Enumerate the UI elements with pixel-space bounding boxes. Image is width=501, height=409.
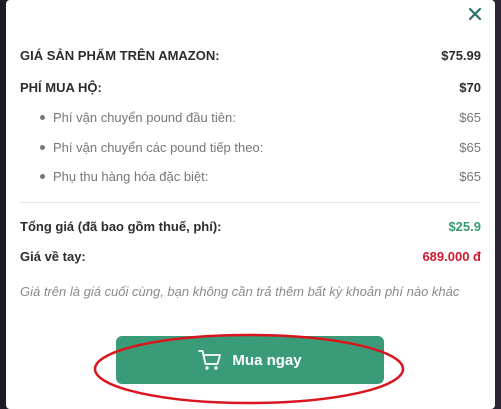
- buy-now-button[interactable]: Mua ngay: [116, 336, 384, 384]
- final-price-note: Giá trên là giá cuối cùng, bạn không cần…: [20, 284, 460, 299]
- service-fee-value: $70: [459, 80, 481, 95]
- service-fee-row: PHÍ MUA HỘ: $70: [20, 80, 481, 95]
- special-surcharge-row: Phụ thu hàng hóa đặc biệt: $65: [40, 169, 481, 184]
- amazon-price-value: $75.99: [441, 48, 481, 63]
- total-label: Tổng giá (đã bao gồm thuế, phí):: [20, 219, 222, 234]
- special-surcharge-label: Phụ thu hàng hóa đặc biệt:: [40, 169, 208, 184]
- next-pound-row: Phí vận chuyển các pound tiếp theo: $65: [40, 140, 481, 155]
- price-breakdown-modal: GIÁ SẢN PHẨM TRÊN AMAZON: $75.99 PHÍ MUA…: [6, 0, 495, 409]
- landed-price-value: 689.000 đ: [422, 249, 481, 264]
- close-icon: [468, 7, 482, 21]
- cart-icon: [198, 350, 222, 370]
- service-fee-label: PHÍ MUA HỘ:: [20, 80, 102, 95]
- next-pound-label: Phí vận chuyển các pound tiếp theo:: [40, 140, 263, 155]
- next-pound-value: $65: [459, 140, 481, 155]
- close-button[interactable]: [465, 4, 485, 24]
- first-pound-value: $65: [459, 110, 481, 125]
- amazon-price-row: GIÁ SẢN PHẨM TRÊN AMAZON: $75.99: [20, 48, 481, 63]
- first-pound-label: Phí vận chuyển pound đầu tiên:: [40, 110, 236, 125]
- landed-price-label: Giá về tay:: [20, 249, 86, 264]
- special-surcharge-value: $65: [459, 169, 481, 184]
- amazon-price-label: GIÁ SẢN PHẨM TRÊN AMAZON:: [20, 48, 220, 63]
- total-value: $25.9: [448, 219, 481, 234]
- buy-now-label: Mua ngay: [232, 351, 302, 369]
- divider: [20, 202, 481, 203]
- landed-price-row: Giá về tay: 689.000 đ: [20, 249, 481, 264]
- first-pound-row: Phí vận chuyển pound đầu tiên: $65: [40, 110, 481, 125]
- total-row: Tổng giá (đã bao gồm thuế, phí): $25.9: [20, 219, 481, 234]
